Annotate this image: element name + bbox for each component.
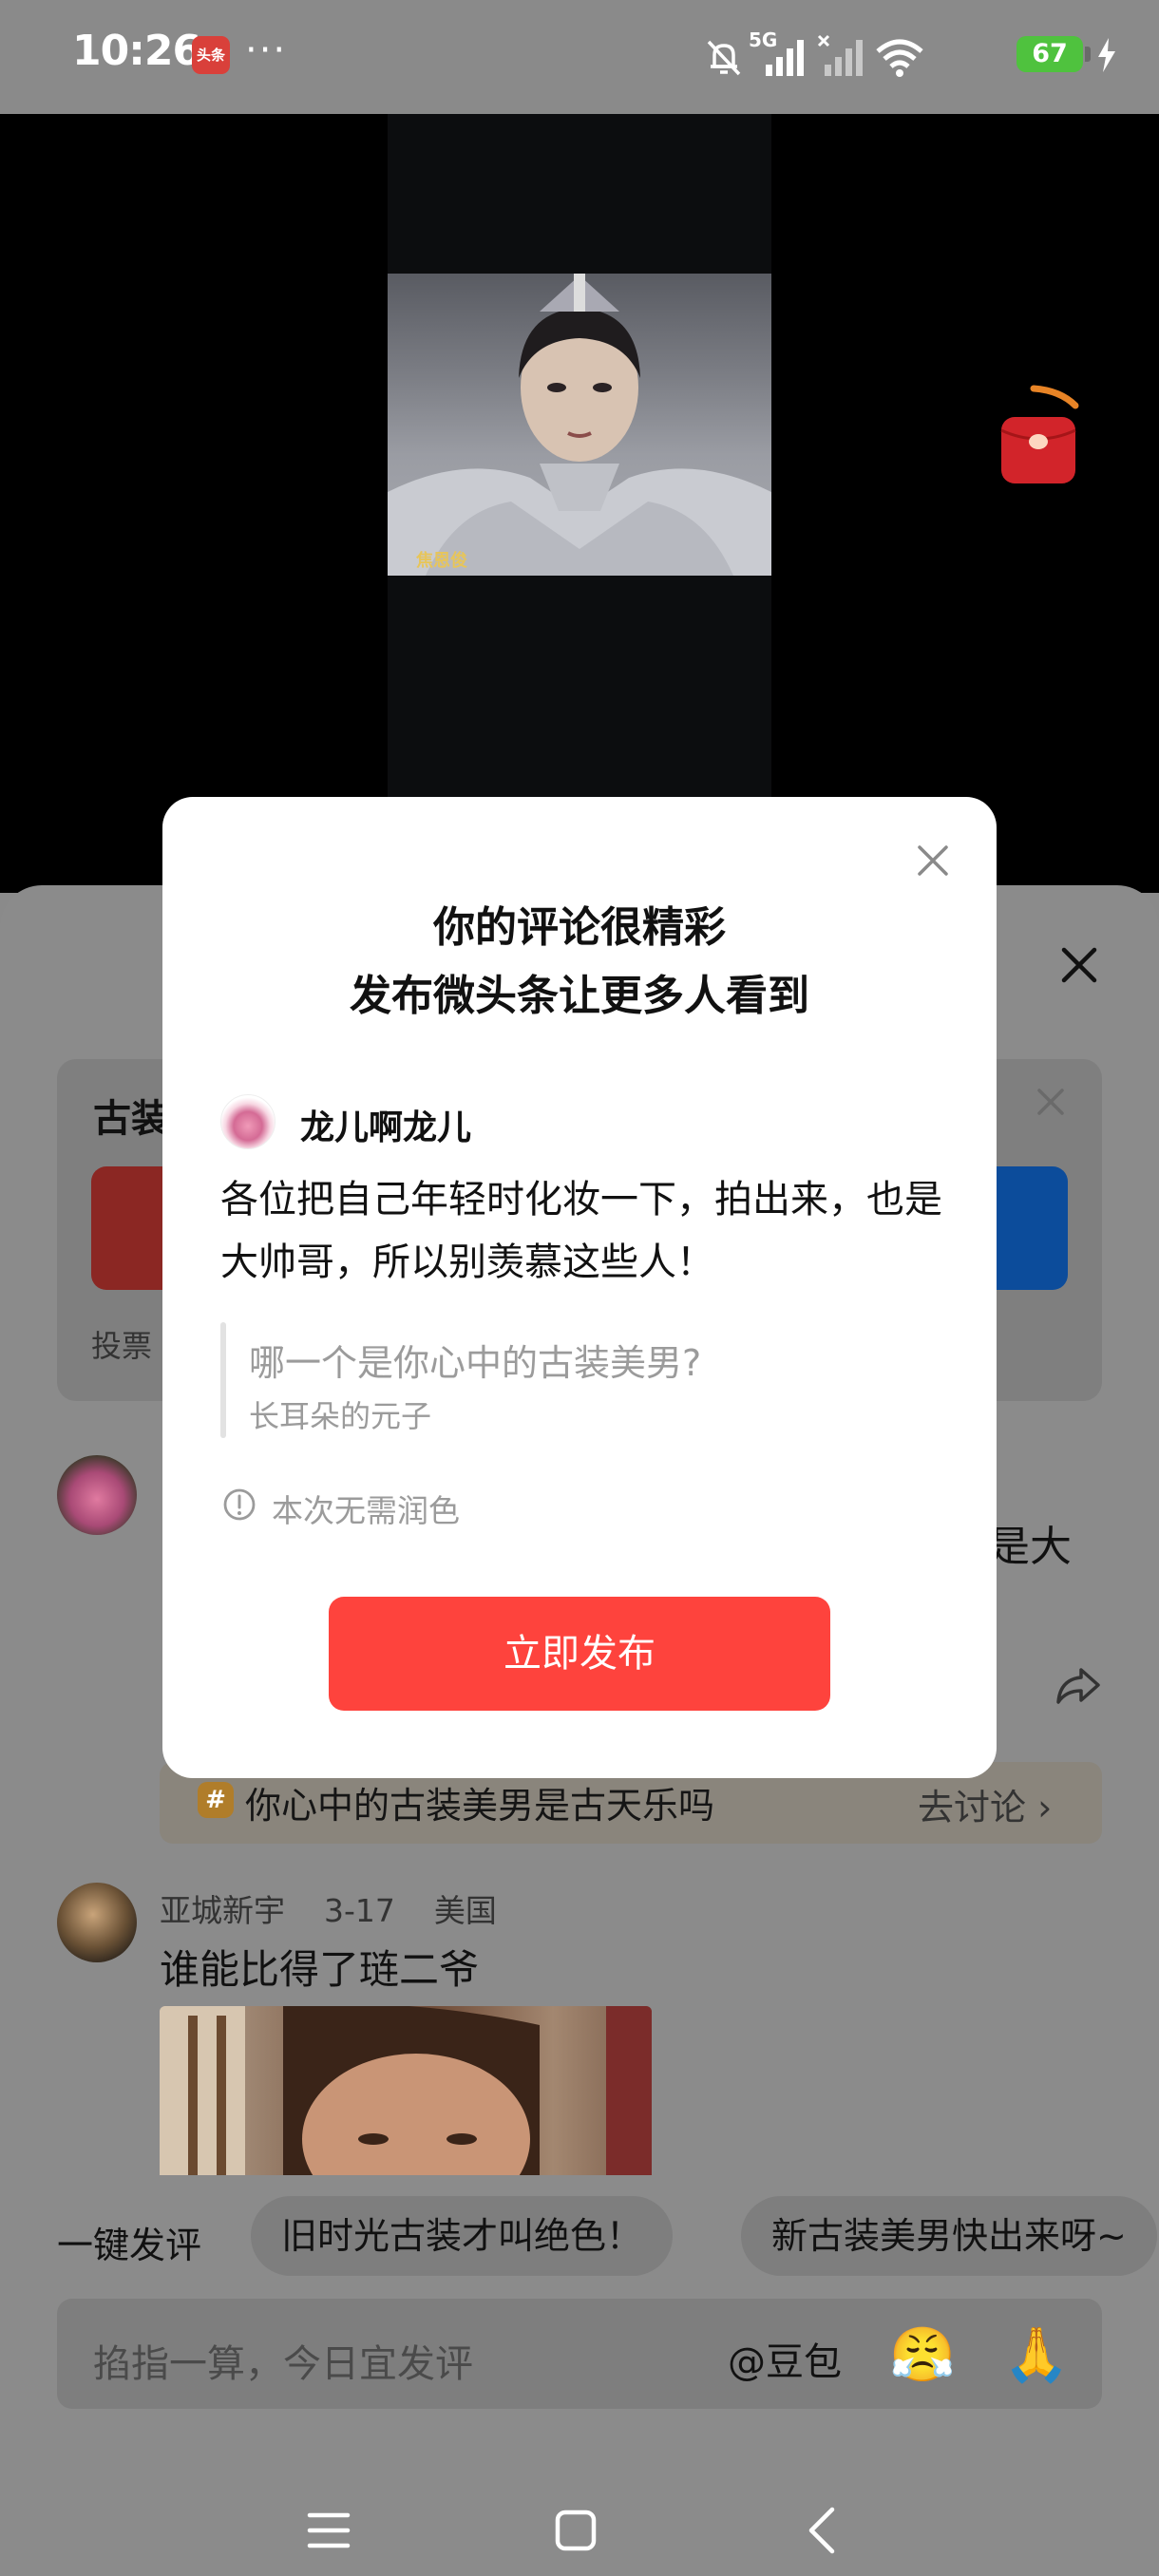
info-icon bbox=[223, 1488, 256, 1521]
battery-indicator: 67 bbox=[1016, 36, 1091, 72]
vote-option-right-button[interactable] bbox=[992, 1166, 1068, 1290]
status-icons: 5G 67 bbox=[684, 28, 1159, 82]
emoji-button[interactable]: 😤 bbox=[889, 2323, 956, 2386]
mention-doubao-button[interactable]: @豆包 bbox=[728, 2331, 842, 2386]
comment-meta: 亚城新宇 3-17 美国 bbox=[160, 1885, 497, 1931]
signal-no-service-icon bbox=[817, 34, 863, 76]
comment-input-placeholder[interactable]: 掐指一算，今日宜发评 bbox=[93, 2333, 473, 2388]
comment-image[interactable] bbox=[160, 2006, 652, 2175]
quote-bar bbox=[220, 1322, 226, 1438]
quoted-post-author: 长耳朵的元子 bbox=[249, 1398, 432, 1434]
quoted-post-title: 哪一个是你心中的古装美男? bbox=[249, 1342, 702, 1384]
topic-discuss-link[interactable]: 去讨论 › bbox=[918, 1778, 1052, 1830]
toutiao-app-icon: 头条 bbox=[192, 36, 230, 74]
dialog-close-icon[interactable] bbox=[913, 841, 953, 881]
dialog-username: 龙儿啊龙儿 bbox=[300, 1108, 472, 1147]
system-nav-bar bbox=[0, 2432, 1159, 2576]
video-caption: 焦恩俊 bbox=[416, 551, 467, 571]
video-thumbnail: 焦恩俊 bbox=[388, 274, 771, 576]
signal-icon bbox=[766, 40, 804, 76]
status-time: 10:26 bbox=[72, 27, 201, 75]
more-notifications-icon: ··· bbox=[245, 28, 288, 72]
home-icon[interactable] bbox=[553, 2508, 598, 2553]
comment-text-fragment: 是大 bbox=[988, 1523, 1072, 1571]
polish-info-text: 本次无需润色 bbox=[272, 1492, 460, 1529]
wifi-icon bbox=[876, 39, 923, 77]
actor-portrait-image bbox=[388, 274, 771, 576]
menu-icon[interactable] bbox=[306, 2510, 352, 2551]
topic-text[interactable]: 你心中的古装美男是古天乐吗 bbox=[245, 1776, 714, 1828]
user-avatar bbox=[220, 1094, 276, 1149]
vote-card-close-icon[interactable] bbox=[1034, 1085, 1068, 1119]
topic-hash-icon: # bbox=[198, 1782, 234, 1818]
mute-bell-icon bbox=[707, 40, 741, 76]
comment-photo-image bbox=[160, 2006, 652, 2175]
dialog-title-line1: 你的评论很精彩 bbox=[433, 903, 726, 952]
status-bar: 10:26 头条 ··· 5G 67 bbox=[0, 0, 1159, 114]
comment-location: 美国 bbox=[433, 1892, 497, 1929]
commenter-avatar[interactable] bbox=[57, 1455, 137, 1535]
comment-text: 谁能比得了琏二爷 bbox=[160, 1946, 480, 1993]
quick-reply-chip[interactable]: 新古装美男快出来呀~ bbox=[741, 2196, 1157, 2276]
charging-icon bbox=[1098, 38, 1115, 72]
video-frame[interactable]: 焦恩俊 bbox=[388, 114, 771, 893]
video-player[interactable]: 焦恩俊 bbox=[0, 114, 1159, 893]
share-icon[interactable] bbox=[1054, 1664, 1102, 1706]
sheet-close-icon[interactable] bbox=[1056, 942, 1102, 988]
dialog-comment-text: 各位把自己年轻时化妆一下，拍出来，也是大帅哥，所以别羡慕这些人！ bbox=[220, 1178, 942, 1284]
vote-label: 投票 bbox=[91, 1328, 153, 1364]
dialog-title-line2: 发布微头条让更多人看到 bbox=[350, 972, 809, 1020]
publish-now-button[interactable]: 立即发布 bbox=[329, 1597, 830, 1711]
comment-date: 3-17 bbox=[324, 1892, 395, 1929]
commenter-avatar[interactable] bbox=[57, 1883, 137, 1962]
emoji-button[interactable]: 🙏 bbox=[1003, 2323, 1070, 2386]
red-packet-icon[interactable] bbox=[996, 385, 1081, 489]
vote-option-left-button[interactable] bbox=[91, 1166, 167, 1290]
vote-card-title: 古装 bbox=[93, 1097, 169, 1141]
back-icon[interactable] bbox=[804, 2506, 842, 2555]
quick-reply-label: 一键发评 bbox=[57, 2225, 202, 2266]
quick-reply-chip[interactable]: 旧时光古装才叫绝色！ bbox=[251, 2196, 674, 2276]
comment-username[interactable]: 亚城新宇 bbox=[160, 1892, 285, 1929]
